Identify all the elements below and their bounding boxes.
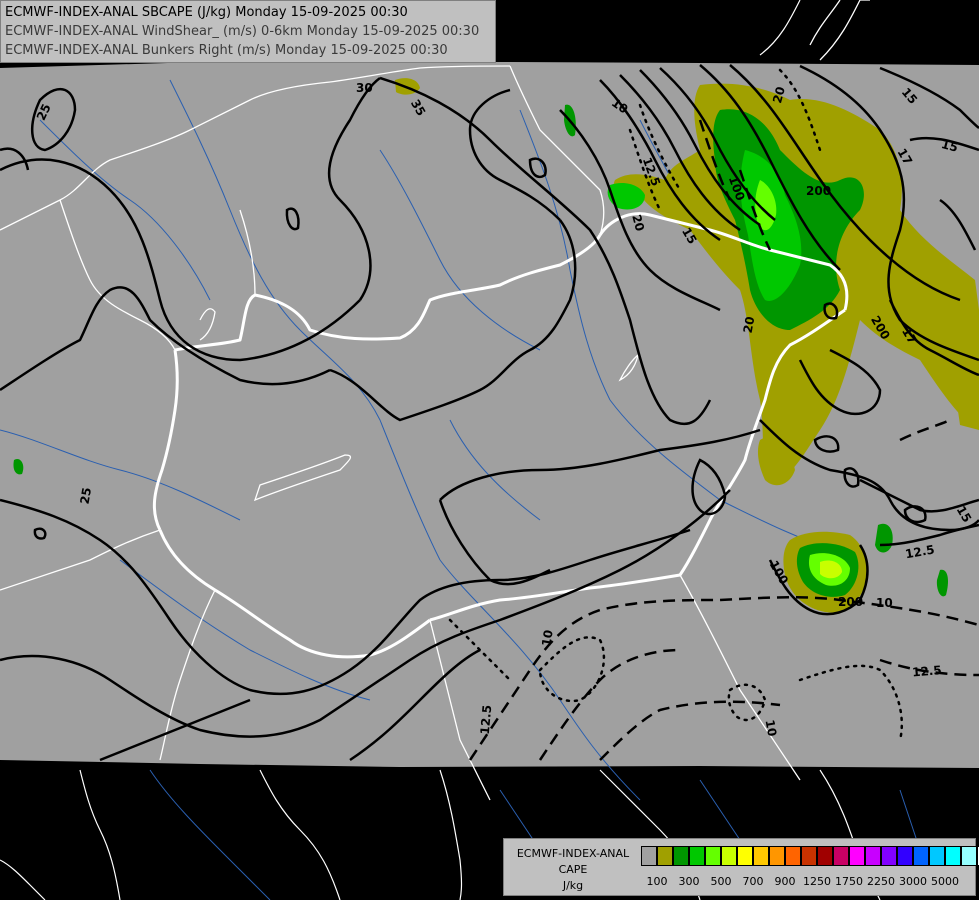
legend-color-scale	[641, 846, 979, 866]
legend-swatch	[673, 846, 689, 866]
legend-tick-label: 500	[710, 875, 732, 888]
legend-title-model: ECMWF-INDEX-ANAL	[516, 847, 630, 860]
contour-label: 10	[539, 629, 556, 648]
legend-swatch	[817, 846, 833, 866]
legend-swatch	[689, 846, 705, 866]
contour-label: 10	[763, 719, 780, 738]
legend-tick-label: 300	[678, 875, 700, 888]
title-windshear: ECMWF-INDEX-ANAL WindShear_ (m/s) 0-6km …	[5, 24, 480, 39]
legend-swatch	[849, 846, 865, 866]
legend-title-variable: CAPE	[558, 863, 588, 876]
legend-swatch	[833, 846, 849, 866]
legend-tick-label: 2250	[867, 875, 895, 888]
contour-label: 12.5	[478, 704, 495, 735]
legend-swatch	[657, 846, 673, 866]
legend-title: ECMWF-INDEX-ANAL CAPE J/kg	[507, 846, 639, 894]
legend-swatch	[641, 846, 657, 866]
title-sbcape: ECMWF-INDEX-ANAL SBCAPE (J/kg) Monday 15…	[5, 5, 408, 20]
legend-swatch	[801, 846, 817, 866]
contour-label: 20	[741, 315, 758, 334]
legend-tick-label: 3000	[899, 875, 927, 888]
legend-swatch	[913, 846, 929, 866]
legend-swatch	[945, 846, 961, 866]
legend-swatch	[881, 846, 897, 866]
legend-swatch	[753, 846, 769, 866]
legend-swatch	[929, 846, 945, 866]
map-title-panel: ECMWF-INDEX-ANAL SBCAPE (J/kg) Monday 15…	[0, 0, 496, 63]
title-bunkers: ECMWF-INDEX-ANAL Bunkers Right (m/s) Mon…	[5, 43, 448, 58]
contour-label: 200	[838, 595, 863, 609]
contour-label: 200	[806, 184, 831, 198]
contour-label: 12.5	[912, 663, 943, 680]
legend-title-unit: J/kg	[562, 879, 584, 892]
legend-swatch	[721, 846, 737, 866]
legend-tick-label: 100	[646, 875, 668, 888]
legend-swatch	[961, 846, 977, 866]
legend-tick-label: 1750	[835, 875, 863, 888]
legend-tick-labels: 100 300 500 700 900 1250 1750 2250 3000 5000	[641, 875, 971, 889]
legend-swatch	[897, 846, 913, 866]
legend-swatch	[785, 846, 801, 866]
contour-label: 10	[876, 596, 893, 610]
legend-tick-label: 700	[742, 875, 764, 888]
legend-swatch	[865, 846, 881, 866]
legend-swatch	[705, 846, 721, 866]
legend-swatch	[737, 846, 753, 866]
contour-label: 30	[356, 81, 373, 95]
legend-tick-label: 900	[774, 875, 796, 888]
map-canvas: 25 30 35 25 20 20 20 15 15 15 12.5 12.5 …	[0, 0, 979, 900]
contour-label: 25	[78, 486, 95, 505]
legend-swatch	[769, 846, 785, 866]
legend-tick-label: 5000	[931, 875, 959, 888]
legend-tick-label: 1250	[803, 875, 831, 888]
cape-legend: ECMWF-INDEX-ANAL CAPE J/kg 100 300 500 700 9…	[503, 838, 979, 896]
